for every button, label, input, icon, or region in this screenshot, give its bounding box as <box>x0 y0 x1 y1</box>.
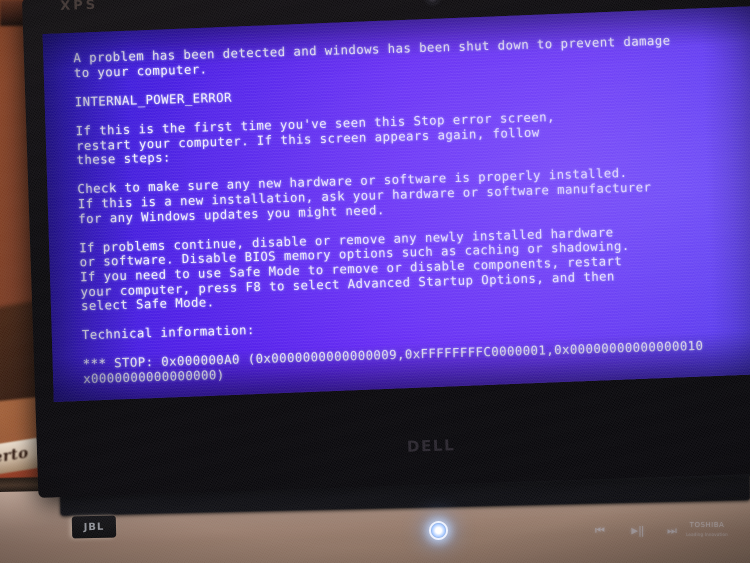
speaker-badge-label: JBL <box>83 521 105 533</box>
photo-scene: perto ⏮ ▶‖ ⏭ TOSHIBA Leading Innovation … <box>0 0 750 563</box>
laptop-screen: A problem has been detected and windows … <box>42 6 750 402</box>
webcam-icon <box>425 0 440 4</box>
speaker-badge: JBL <box>71 515 117 539</box>
background-paper-text: perto <box>0 443 30 469</box>
bsod-message: A problem has been detected and windows … <box>73 29 750 402</box>
bezel-brand-dell: DELL <box>406 436 456 456</box>
vendor-badge: TOSHIBA Leading Innovation <box>684 521 730 537</box>
media-playpause-icon[interactable]: ▶‖ <box>630 524 646 538</box>
media-previous-icon[interactable]: ⏮ <box>592 524 608 538</box>
vendor-badge-tagline: Leading Innovation <box>686 532 728 537</box>
media-next-icon[interactable]: ⏭ <box>664 524 680 538</box>
bezel-brand-xps: XPS <box>59 0 99 14</box>
vendor-badge-name: TOSHIBA <box>689 521 725 529</box>
power-button-icon[interactable] <box>429 521 448 540</box>
